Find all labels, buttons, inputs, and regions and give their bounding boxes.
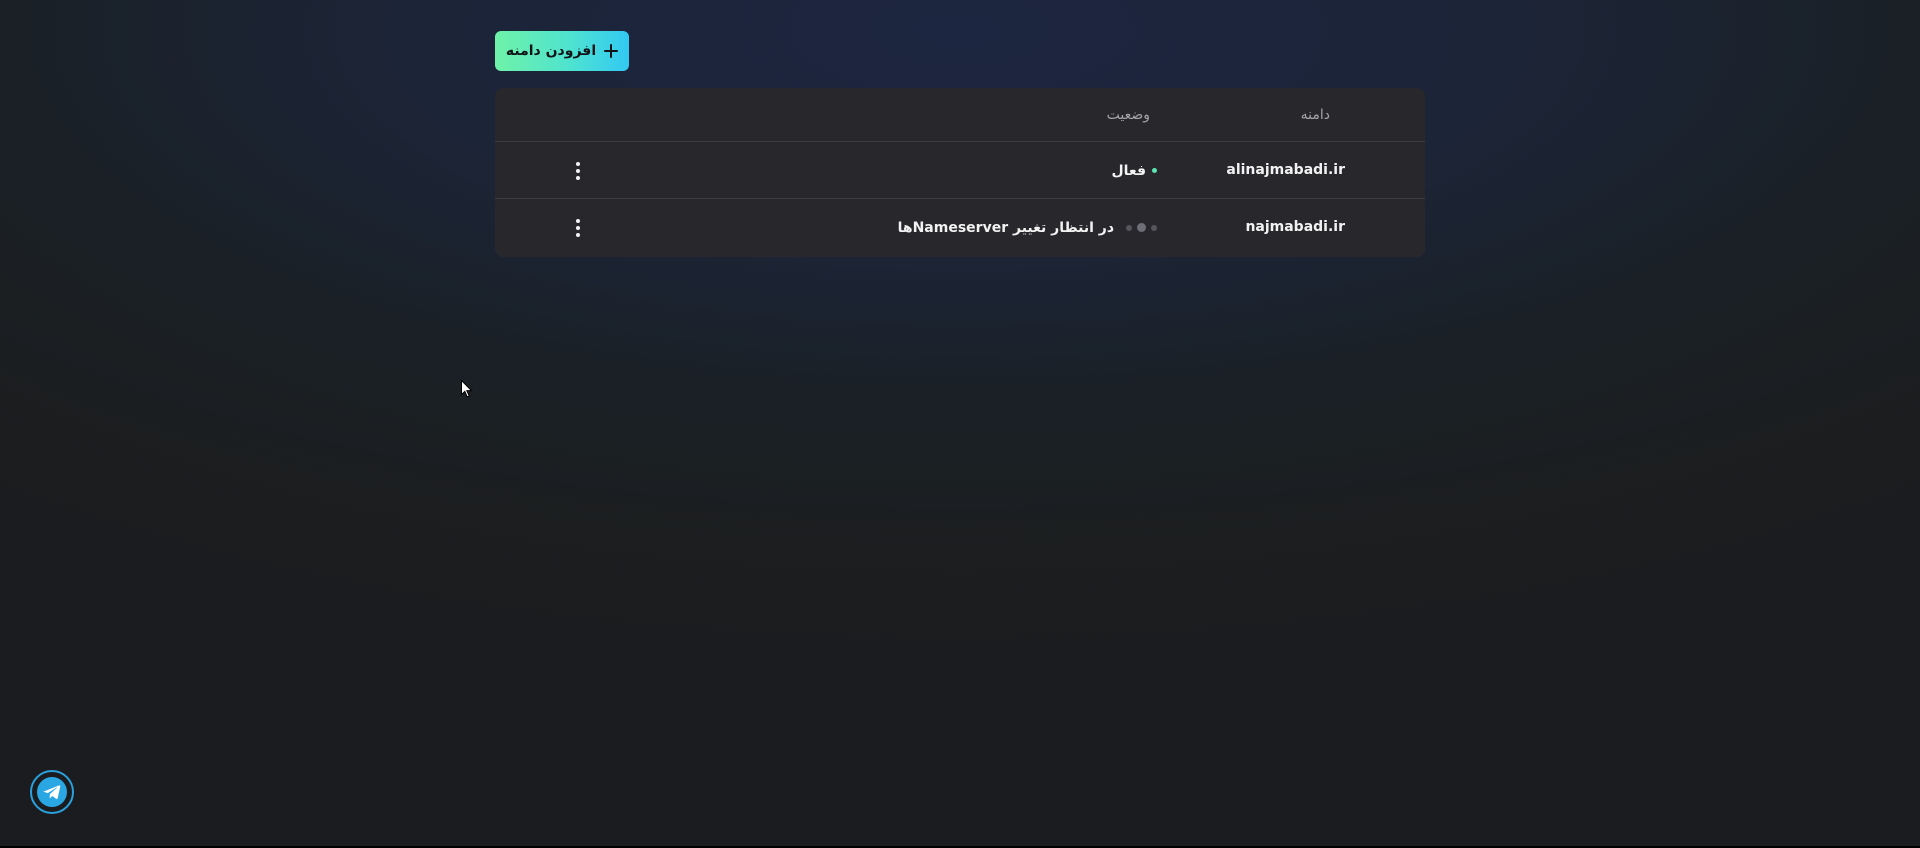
table-row[interactable]: najmabadi.ir در انتظار تغییر Nameserverه…: [495, 199, 1425, 256]
domain-name[interactable]: alinajmabadi.ir: [1226, 142, 1345, 199]
active-status-dot: [1152, 168, 1157, 173]
add-domain-label: افزودن دامنه: [505, 43, 597, 59]
table-header: دامنه وضعیت: [495, 88, 1425, 142]
telegram-icon: [37, 777, 67, 807]
status-text: فعال: [1111, 162, 1146, 179]
telegram-support-button[interactable]: [30, 770, 74, 814]
table-row[interactable]: alinajmabadi.ir فعال: [495, 142, 1425, 199]
loading-dots-icon: [1126, 223, 1157, 232]
column-header-domain: دامنه: [1300, 107, 1330, 123]
status-cell: فعال: [1112, 142, 1157, 199]
kebab-menu-icon[interactable]: [570, 199, 586, 256]
domain-name[interactable]: najmabadi.ir: [1245, 199, 1345, 256]
add-domain-button[interactable]: افزودن دامنه: [495, 31, 629, 71]
status-text: در انتظار تغییر Nameserverها: [897, 219, 1114, 236]
domains-table: دامنه وضعیت alinajmabadi.ir فعال najmaba…: [495, 88, 1425, 257]
column-header-status: وضعیت: [1106, 107, 1150, 123]
kebab-menu-icon[interactable]: [570, 142, 586, 199]
mouse-cursor-icon: [461, 380, 473, 398]
plus-icon: [604, 44, 619, 58]
status-cell: در انتظار تغییر Nameserverها: [898, 199, 1157, 256]
